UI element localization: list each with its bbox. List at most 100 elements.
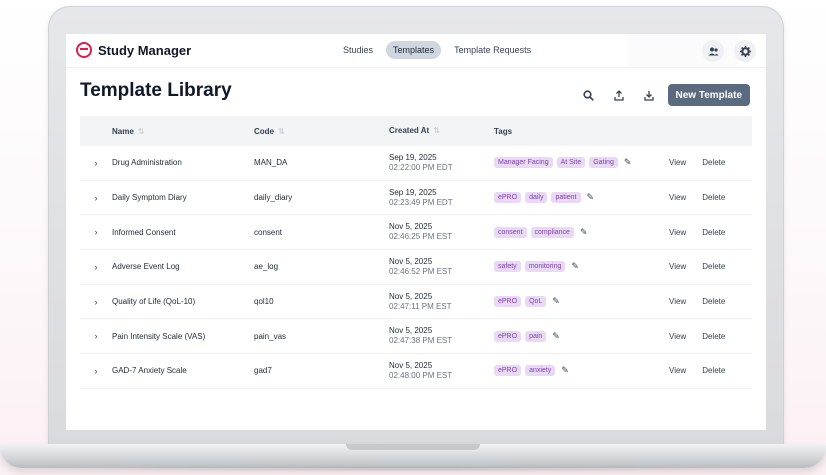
template-name: Adverse Event Log: [112, 262, 180, 272]
brand-name: Study Manager: [98, 42, 192, 58]
pencil-icon[interactable]: ✎: [552, 331, 560, 342]
sort-icon: ⇅: [433, 126, 440, 135]
view-button[interactable]: View: [669, 332, 686, 341]
header-tags: Tags: [494, 126, 513, 136]
tag-badge[interactable]: safety: [494, 261, 521, 273]
created-date: Nov 5, 2025: [389, 222, 433, 232]
created-time: 02:48:00 PM EST: [389, 370, 453, 380]
template-code: ae_log: [254, 262, 279, 272]
view-button[interactable]: View: [669, 262, 686, 271]
created-date: Nov 5, 2025: [389, 326, 433, 336]
nav-studies[interactable]: Studies: [336, 41, 380, 59]
tag-badge[interactable]: QoL: [525, 296, 547, 308]
pencil-icon[interactable]: ✎: [552, 296, 560, 307]
table-row[interactable]: › Drug Administration MAN_DA Sep 19, 202…: [80, 146, 752, 181]
expand-chevron-icon[interactable]: ›: [80, 193, 112, 203]
expand-chevron-icon[interactable]: ›: [80, 297, 112, 307]
template-name: Pain Intensity Scale (VAS): [112, 331, 206, 341]
search-icon-glyph: [583, 89, 594, 101]
view-button[interactable]: View: [669, 228, 686, 237]
tag-badge[interactable]: pain: [525, 330, 547, 342]
tag-badge[interactable]: ePRO: [494, 330, 522, 342]
row-actions: View Delete: [669, 228, 752, 237]
template-code: consent: [254, 227, 283, 237]
tag-badge[interactable]: At Site: [556, 157, 586, 169]
tag-badge[interactable]: ePRO: [494, 296, 522, 308]
header-code-label: Code: [254, 126, 274, 136]
created-time: 02:47:11 PM EST: [389, 301, 452, 311]
tag-badge[interactable]: patient: [551, 192, 581, 204]
expand-chevron-icon[interactable]: ›: [80, 227, 112, 237]
download-icon-glyph: [643, 90, 654, 101]
created-date: Sep 19, 2025: [389, 152, 437, 162]
expand-chevron-icon[interactable]: ›: [80, 331, 112, 341]
header-name[interactable]: Name ⇅: [112, 127, 254, 136]
table-row[interactable]: › Quality of Life (QoL-10) qol10 Nov 5, …: [80, 285, 752, 320]
row-actions: View Delete: [669, 332, 752, 341]
template-name: Informed Consent: [112, 227, 176, 237]
table-row[interactable]: › Daily Symptom Diary daily_diary Sep 19…: [80, 181, 752, 216]
created-time: 02:22:00 PM EDT: [389, 162, 453, 172]
search-icon[interactable]: [578, 84, 600, 106]
tag-badge[interactable]: ePRO: [494, 192, 522, 204]
pencil-icon[interactable]: ✎: [587, 192, 595, 203]
nav-template-requests[interactable]: Template Requests: [447, 41, 538, 59]
tag-badge[interactable]: daily: [525, 192, 548, 204]
table-row[interactable]: › Pain Intensity Scale (VAS) pain_vas No…: [80, 319, 752, 355]
row-actions: View Delete: [669, 297, 752, 306]
delete-button[interactable]: Delete: [702, 262, 725, 271]
sort-icon: ⇅: [137, 126, 145, 136]
users-icon[interactable]: [702, 40, 724, 62]
delete-button[interactable]: Delete: [702, 193, 725, 202]
view-button[interactable]: View: [669, 366, 686, 375]
created-date: Nov 5, 2025: [389, 291, 433, 301]
tag-badge[interactable]: anxiety: [525, 365, 556, 377]
delete-button[interactable]: Delete: [702, 366, 725, 375]
users-icon-glyph: [708, 47, 718, 55]
new-template-button[interactable]: New Template: [667, 84, 750, 106]
nav-templates[interactable]: Templates: [386, 41, 442, 59]
view-button[interactable]: View: [669, 193, 686, 202]
template-code: daily_diary: [254, 193, 293, 203]
tags-cell: safety monitoring ✎: [494, 261, 669, 273]
expand-chevron-icon[interactable]: ›: [80, 262, 112, 272]
pencil-icon[interactable]: ✎: [624, 157, 632, 168]
view-button[interactable]: View: [669, 158, 686, 167]
expand-chevron-icon[interactable]: ›: [80, 366, 112, 376]
delete-button[interactable]: Delete: [702, 228, 725, 237]
page-title: Template Library: [80, 80, 232, 101]
tag-badge[interactable]: Gating: [589, 157, 618, 169]
pencil-icon[interactable]: ✎: [561, 365, 569, 376]
table-row[interactable]: › Informed Consent consent Nov 5, 2025 0…: [80, 215, 752, 251]
table-row[interactable]: › Adverse Event Log ae_log Nov 5, 2025 0…: [80, 250, 752, 285]
table-body: › Drug Administration MAN_DA Sep 19, 202…: [80, 146, 752, 389]
tag-badge[interactable]: consent: [494, 226, 527, 238]
table-row[interactable]: › GAD-7 Anxiety Scale gad7 Nov 5, 2025 0…: [80, 354, 752, 389]
created-date: Nov 5, 2025: [389, 256, 433, 266]
tag-badge[interactable]: compliance: [530, 226, 574, 238]
delete-button[interactable]: Delete: [702, 158, 725, 167]
pencil-icon[interactable]: ✎: [571, 261, 579, 272]
pencil-icon[interactable]: ✎: [580, 227, 588, 238]
tag-badge[interactable]: monitoring: [524, 261, 566, 273]
gear-icon[interactable]: [734, 40, 756, 62]
tag-badge[interactable]: ePRO: [494, 365, 522, 377]
top-icons: [702, 40, 756, 62]
delete-button[interactable]: Delete: [702, 297, 725, 306]
view-button[interactable]: View: [669, 297, 686, 306]
created-time: 02:46:25 PM EST: [389, 232, 453, 242]
app-screen: Study Manager Studies Templates Template…: [66, 34, 766, 430]
download-icon[interactable]: [638, 84, 660, 106]
delete-button[interactable]: Delete: [702, 332, 725, 341]
created-date: Sep 19, 2025: [389, 187, 437, 197]
top-navbar: Study Manager Studies Templates Template…: [66, 34, 766, 68]
header-created[interactable]: Created At ⇅: [389, 126, 494, 136]
tags-cell: Manager Facing At Site Gating ✎: [494, 157, 669, 169]
upload-icon[interactable]: [608, 84, 630, 106]
expand-chevron-icon[interactable]: ›: [80, 158, 112, 168]
brand[interactable]: Study Manager: [76, 42, 191, 58]
tag-badge[interactable]: Manager Facing: [494, 157, 553, 169]
tags-cell: ePRO daily patient ✎: [494, 192, 669, 204]
header-code[interactable]: Code ⇅: [254, 127, 389, 136]
template-name: Daily Symptom Diary: [112, 193, 187, 203]
